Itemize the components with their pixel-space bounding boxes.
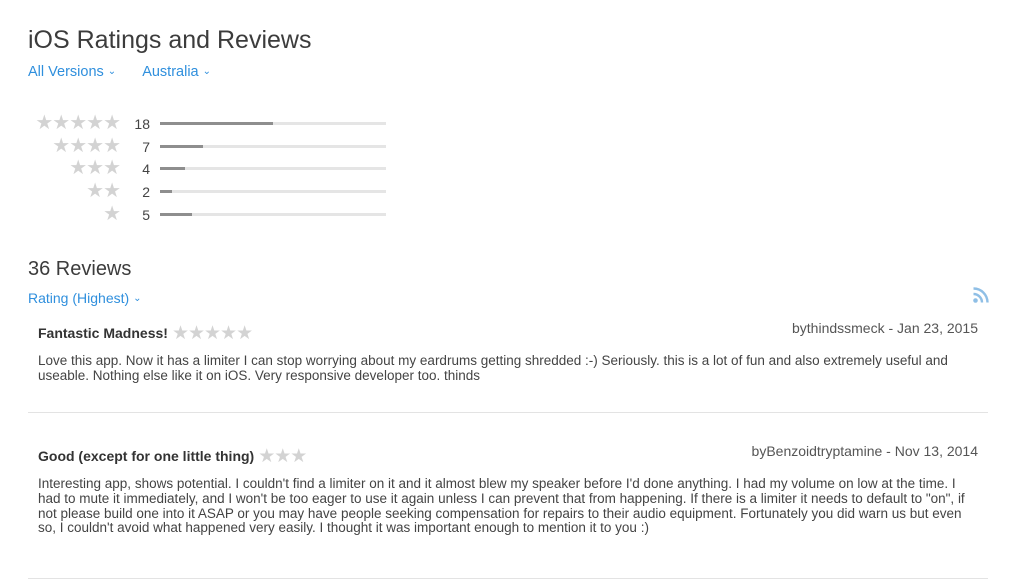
review-header: Good (except for one little thing) ★★★ by… — [28, 441, 988, 467]
region-filter-label: Australia — [142, 64, 199, 80]
star-icon-group: ★★★★ — [52, 134, 121, 157]
review-title-text: Fantastic Madness! — [38, 325, 168, 341]
review-body: Interesting app, shows potential. I coul… — [38, 476, 965, 536]
rss-icon[interactable] — [972, 286, 990, 304]
rating-count: 4 — [142, 161, 150, 178]
star-icon-group: ★★ — [86, 180, 121, 203]
rating-count: 18 — [134, 116, 150, 132]
rating-bar-fill — [160, 212, 192, 216]
rating-bar-track — [160, 122, 386, 125]
rating-bar-fill — [160, 167, 185, 171]
rating-bar-track — [160, 212, 386, 216]
sort-label: Rating (Highest) — [28, 290, 130, 306]
rating-bar-fill — [160, 122, 273, 125]
review-title: Good (except for one little thing) ★★★ — [38, 445, 307, 468]
review-header: Fantastic Madness! ★★★★★ bythindssmeck - … — [28, 318, 988, 344]
review-author-date: bythindssmeck - Jan 23, 2015 — [792, 320, 978, 336]
star-icon-group: ★★★ — [258, 446, 307, 467]
review-item: Good (except for one little thing) ★★★ by… — [28, 441, 988, 536]
star-icon-group: ★★★★★ — [171, 323, 253, 344]
distribution-row-1: ★ 5 — [28, 204, 408, 227]
review-divider — [28, 578, 988, 579]
rating-count: 2 — [142, 184, 150, 201]
rating-bar-fill — [160, 144, 203, 148]
rating-count: 5 — [142, 206, 150, 223]
filter-bar: All Versions ⌄ Australia ⌄ — [28, 64, 211, 80]
reviews-count-heading: 36 Reviews — [28, 258, 132, 280]
sort-dropdown[interactable]: Rating (Highest) ⌄ — [28, 290, 142, 306]
rating-bar-track — [160, 167, 386, 171]
rating-count: 7 — [142, 138, 150, 155]
rating-bar-track — [160, 190, 386, 194]
region-filter-dropdown[interactable]: Australia ⌄ — [142, 64, 211, 80]
review-title-text: Good (except for one little thing) — [38, 448, 255, 464]
page-title: iOS Ratings and Reviews — [28, 26, 312, 54]
chevron-down-icon: ⌄ — [107, 66, 117, 77]
rating-bar-track — [160, 144, 386, 148]
version-filter-label: All Versions — [28, 64, 104, 80]
star-icon-group: ★★★ — [69, 157, 121, 180]
star-icon-group: ★ — [103, 202, 121, 225]
review-title: Fantastic Madness! ★★★★★ — [38, 322, 253, 345]
rating-bar-fill — [160, 190, 173, 194]
review-divider — [28, 412, 988, 413]
distribution-row-5: ★★★★★ 18 — [28, 113, 408, 136]
review-item: Fantastic Madness! ★★★★★ bythindssmeck - … — [28, 318, 988, 384]
chevron-down-icon: ⌄ — [133, 293, 142, 304]
distribution-row-4: ★★★★ 7 — [28, 136, 408, 159]
distribution-row-3: ★★★ 4 — [28, 158, 408, 181]
rating-distribution: ★★★★★ 18 ★★★★ 7 ★★★ 4 ★★ 2 ★ 5 — [28, 113, 408, 226]
version-filter-dropdown[interactable]: All Versions ⌄ — [28, 64, 116, 80]
distribution-row-2: ★★ 2 — [28, 181, 408, 204]
review-author-date: byBenzoidtryptamine - Nov 13, 2014 — [751, 443, 978, 459]
chevron-down-icon: ⌄ — [202, 66, 211, 77]
star-icon-group: ★★★★★ — [35, 112, 121, 134]
review-body: Love this app. Now it has a limiter I ca… — [38, 353, 948, 383]
